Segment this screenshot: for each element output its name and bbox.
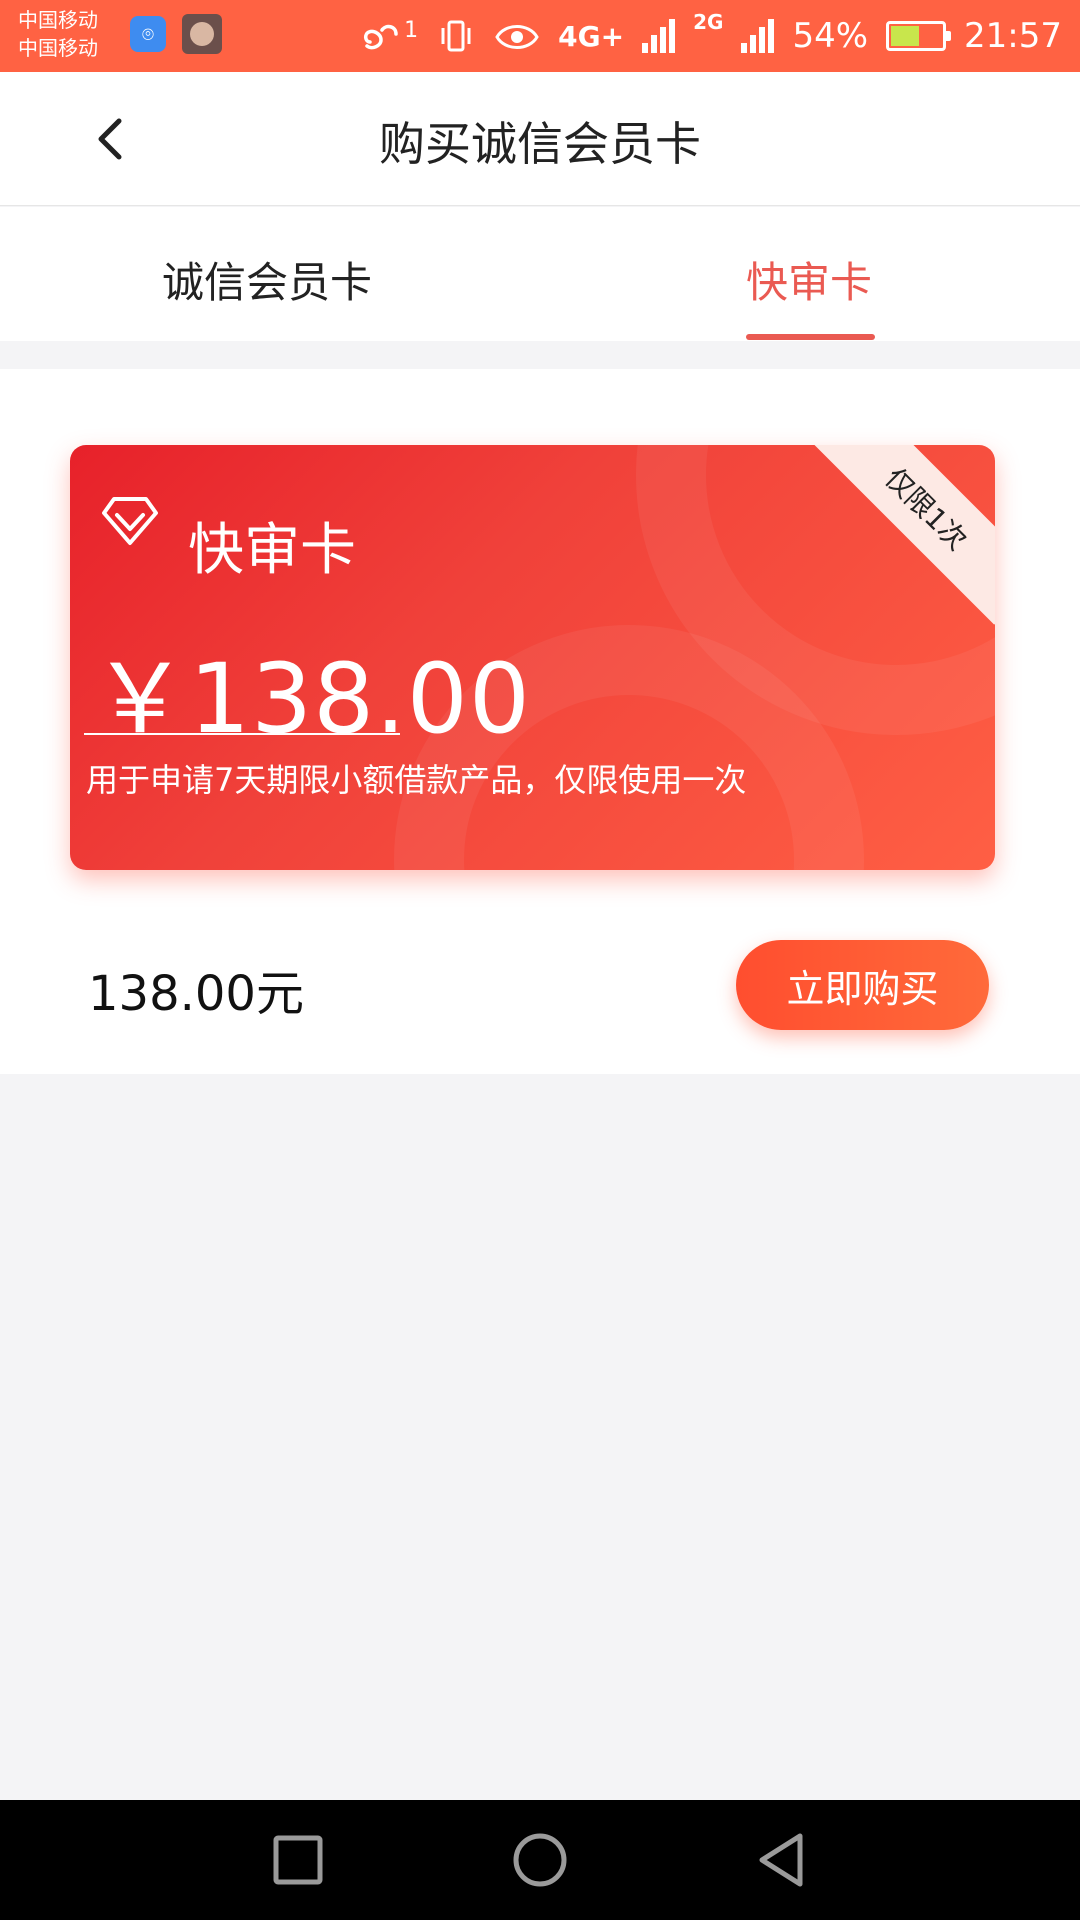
total-price: 138.00元 <box>88 966 304 1022</box>
tab-member-card[interactable]: 诚信会员卡 <box>162 249 372 310</box>
carrier-label-2: 中国移动 <box>18 36 98 60</box>
card-panel: 仅限1次 快审卡 ￥138.00 用于申请7天期限小额借款产品，仅限使用一次 1… <box>0 369 1080 1074</box>
signal-4g-icon <box>642 19 676 53</box>
network-2g-label: 2G <box>693 10 724 34</box>
sim-indicator: 1 <box>404 18 419 43</box>
carrier-label-1: 中国移动 <box>18 8 98 32</box>
system-nav-bar <box>0 1800 1080 1920</box>
hotspot-icon: 1 <box>360 18 418 54</box>
network-4g-label: 4G+ <box>558 19 625 53</box>
carrier-info: 中国移动 中国移动 <box>18 6 98 62</box>
diamond-icon <box>102 497 158 545</box>
app-root: 中国移动 中国移动 ⌾ 1 4G+ 2G 54% 21:57 购买诚信会员卡 诚… <box>0 0 1080 1920</box>
home-icon[interactable] <box>510 1830 570 1890</box>
eye-icon <box>494 19 540 53</box>
card-description: 用于申请7天期限小额借款产品，仅限使用一次 <box>86 761 747 799</box>
clock: 21:57 <box>964 16 1062 56</box>
back-triangle-icon[interactable] <box>752 1830 812 1890</box>
title-bar: 购买诚信会员卡 <box>0 72 1080 206</box>
tab-bar: 诚信会员卡 快审卡 <box>0 207 1080 341</box>
battery-percent: 54% <box>792 16 869 56</box>
buy-now-button[interactable]: 立即购买 <box>736 940 989 1030</box>
signal-2g-icon <box>741 19 775 53</box>
card-title: 快审卡 <box>188 518 356 583</box>
recent-apps-icon[interactable] <box>268 1830 328 1890</box>
status-bar: 中国移动 中国移动 ⌾ 1 4G+ 2G 54% 21:57 <box>0 0 1080 72</box>
active-tab-indicator <box>746 334 875 340</box>
price-divider <box>84 733 400 735</box>
status-icons: 1 4G+ 2G 54% 21:57 <box>360 0 1062 72</box>
avatar-app-icon <box>182 14 222 54</box>
battery-icon <box>886 21 952 51</box>
wifi-app-icon: ⌾ <box>130 16 166 52</box>
page-title: 购买诚信会员卡 <box>379 117 701 171</box>
vibrate-icon <box>436 16 476 56</box>
card-price: ￥138.00 <box>92 643 531 755</box>
tab-fast-review-card[interactable]: 快审卡 <box>746 249 872 310</box>
fast-review-card[interactable]: 仅限1次 快审卡 ￥138.00 用于申请7天期限小额借款产品，仅限使用一次 <box>70 445 995 870</box>
